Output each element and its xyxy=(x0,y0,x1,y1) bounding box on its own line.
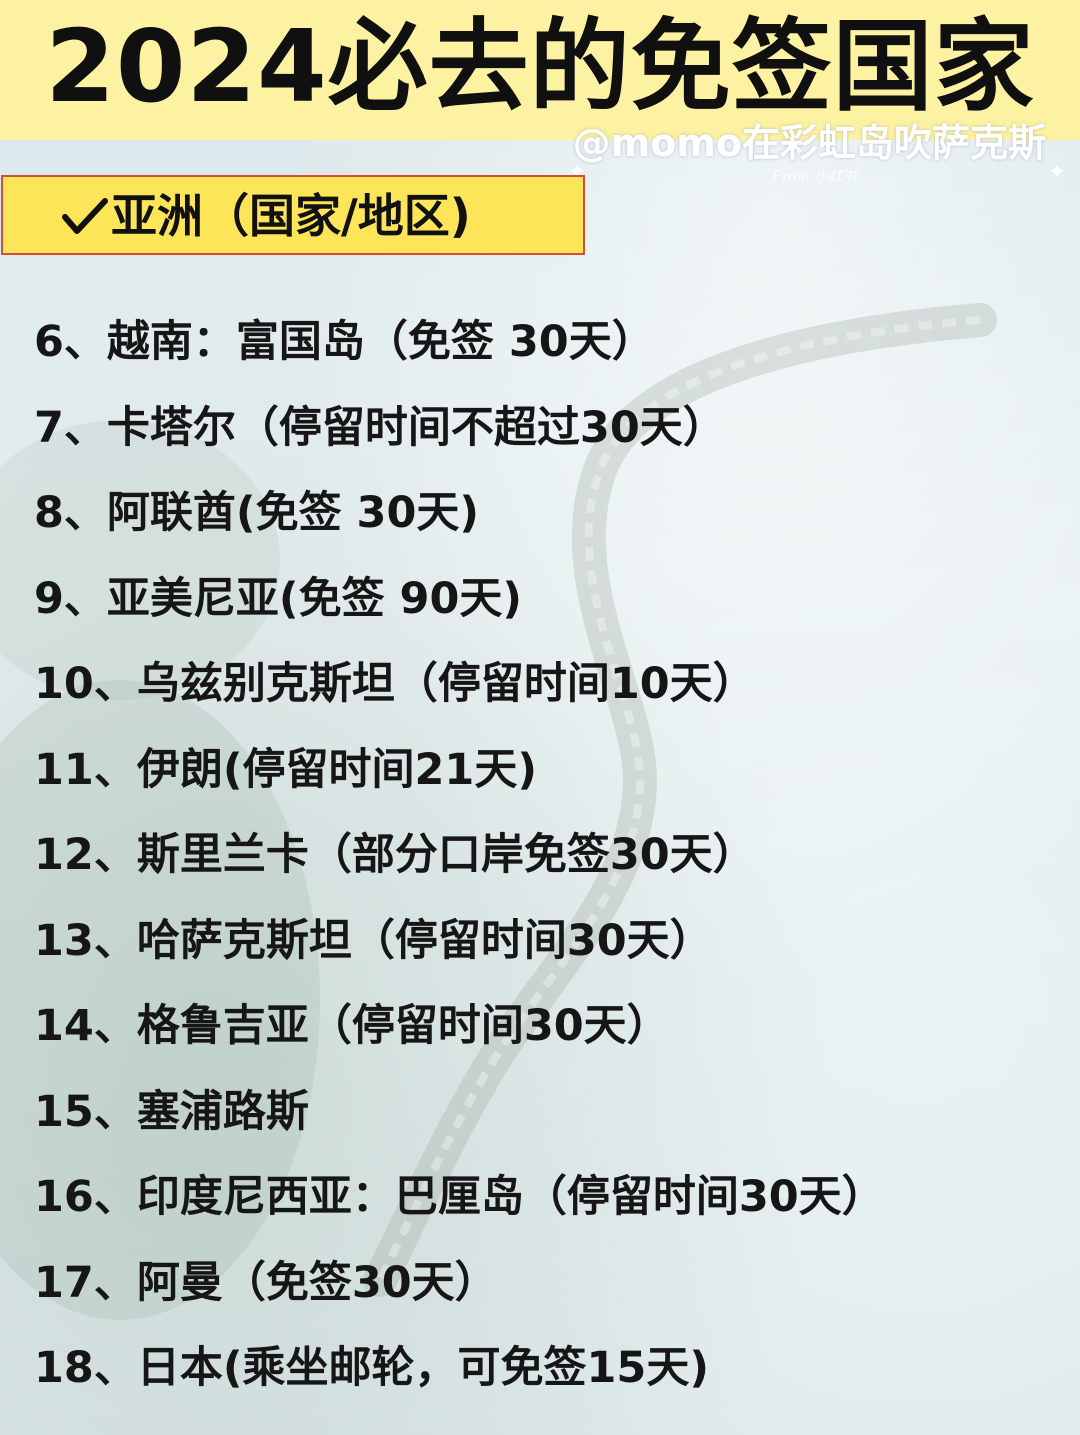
list-item: 6、越南：富国岛（免签 30天） xyxy=(34,317,655,367)
list-item: 8、阿联酋(免签 30天) xyxy=(34,488,480,538)
list-item: 9、亚美尼亚(免签 90天) xyxy=(34,573,523,624)
country-list: 6、越南：富国岛（免签 30天） 7、卡塔尔（停留时间不超过30天） 8、阿联酋… xyxy=(34,300,1054,1412)
list-item: 16、印度尼西亚：巴厘岛（停留时间30天） xyxy=(34,1172,885,1222)
page-title: 2024必去的免签国家 xyxy=(45,8,1035,125)
list-item: 14、格鲁吉亚（停留时间30天） xyxy=(34,1001,670,1051)
sparkle-icon: ✦ xyxy=(1048,160,1067,185)
list-item: 18、日本(乘坐邮轮，可免签15天) xyxy=(34,1343,709,1393)
list-item: 12、斯里兰卡（部分口岸免签30天） xyxy=(34,830,756,880)
list-item: 15、塞浦路斯 xyxy=(34,1086,309,1137)
list-item: 13、哈萨克斯坦（停留时间30天） xyxy=(34,915,713,966)
watermark-handle: @momo在彩虹岛吹萨克斯 xyxy=(572,121,1046,165)
list-item: 11、伊朗(停留时间21天) xyxy=(34,744,537,795)
list-item: 7、卡塔尔（停留时间不超过30天） xyxy=(34,402,726,453)
check-icon xyxy=(62,198,108,234)
watermark-source: From 小红书 xyxy=(772,169,857,185)
section-title: 亚洲（国家/地区) xyxy=(111,189,471,243)
list-item: 10、乌兹别克斯坦（停留时间10天） xyxy=(34,659,756,709)
list-item: 17、阿曼（免签30天） xyxy=(34,1257,498,1308)
section-header: 亚洲（国家/地区) xyxy=(1,175,585,255)
poster: 2024必去的免签国家 @momo在彩虹岛吹萨克斯 From 小红书 ✦ ✦ 亚… xyxy=(0,0,1080,1435)
